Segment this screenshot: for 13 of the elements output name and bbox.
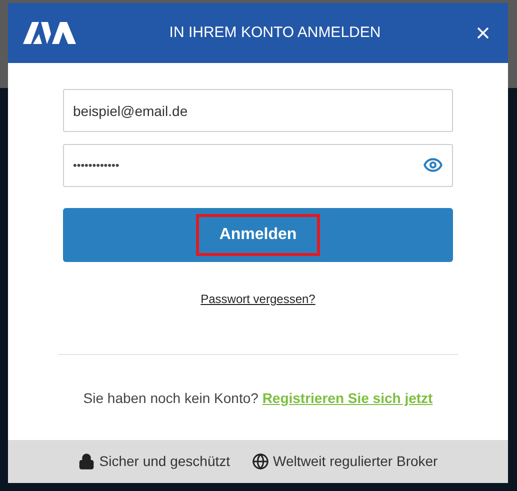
password-field[interactable]: ••••••••••••: [63, 144, 453, 187]
email-field[interactable]: beispiel@email.de: [63, 89, 453, 132]
lock-icon: [78, 453, 96, 470]
trust-label: Weltweit regulierter Broker: [273, 452, 438, 471]
dialog-title: IN IHREM KONTO ANMELDEN: [168, 22, 382, 43]
logo: [23, 22, 77, 44]
forgot-password-link[interactable]: Passwort vergessen?: [200, 290, 316, 308]
show-password-icon[interactable]: [423, 155, 443, 175]
login-button[interactable]: Anmelden: [63, 208, 453, 262]
highlight-frame: Anmelden: [196, 214, 320, 256]
register-prompt: Sie haben noch kein Konto? Registrieren Sie sich jetzt: [83, 389, 433, 408]
trust-label: Sicher und geschützt: [99, 452, 230, 471]
globe-icon: [252, 453, 270, 470]
